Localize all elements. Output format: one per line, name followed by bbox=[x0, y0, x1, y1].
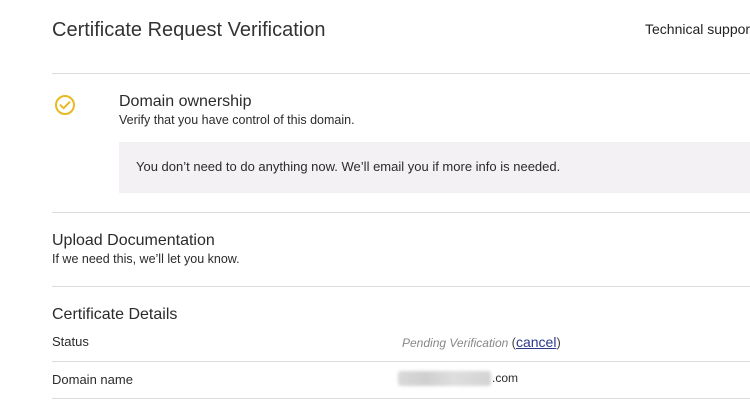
domain-name-value: .com bbox=[398, 371, 519, 387]
technical-support-link[interactable]: Technical support bbox=[645, 21, 750, 37]
paren-close: ) bbox=[556, 335, 561, 350]
details-row-divider bbox=[52, 361, 750, 362]
domain-ownership-notice: You don’t need to do anything now. We’ll… bbox=[119, 142, 750, 193]
notice-text: You don’t need to do anything now. We’ll… bbox=[136, 159, 561, 174]
details-row-divider bbox=[52, 398, 750, 399]
header-divider bbox=[52, 73, 750, 74]
upload-documentation-description: If we need this, we’ll let you know. bbox=[52, 252, 240, 266]
certificate-details-heading: Certificate Details bbox=[52, 306, 178, 323]
section-divider bbox=[52, 286, 750, 287]
status-value: Pending Verification (cancel) bbox=[402, 334, 561, 350]
check-circle-icon bbox=[55, 95, 75, 115]
cancel-link[interactable]: cancel bbox=[516, 334, 556, 350]
domain-name-label: Domain name bbox=[52, 372, 133, 387]
domain-ownership-description: Verify that you have control of this dom… bbox=[119, 113, 355, 127]
domain-suffix: .com bbox=[492, 371, 519, 385]
status-text: Pending Verification bbox=[402, 336, 509, 350]
section-divider bbox=[52, 212, 750, 213]
redacted-domain bbox=[398, 371, 491, 387]
upload-documentation-heading: Upload Documentation bbox=[52, 232, 215, 249]
certificate-verification-page: Certificate Request Verification Technic… bbox=[0, 0, 750, 400]
page-title: Certificate Request Verification bbox=[52, 19, 326, 41]
status-label: Status bbox=[52, 334, 89, 349]
domain-ownership-heading: Domain ownership bbox=[119, 93, 252, 110]
